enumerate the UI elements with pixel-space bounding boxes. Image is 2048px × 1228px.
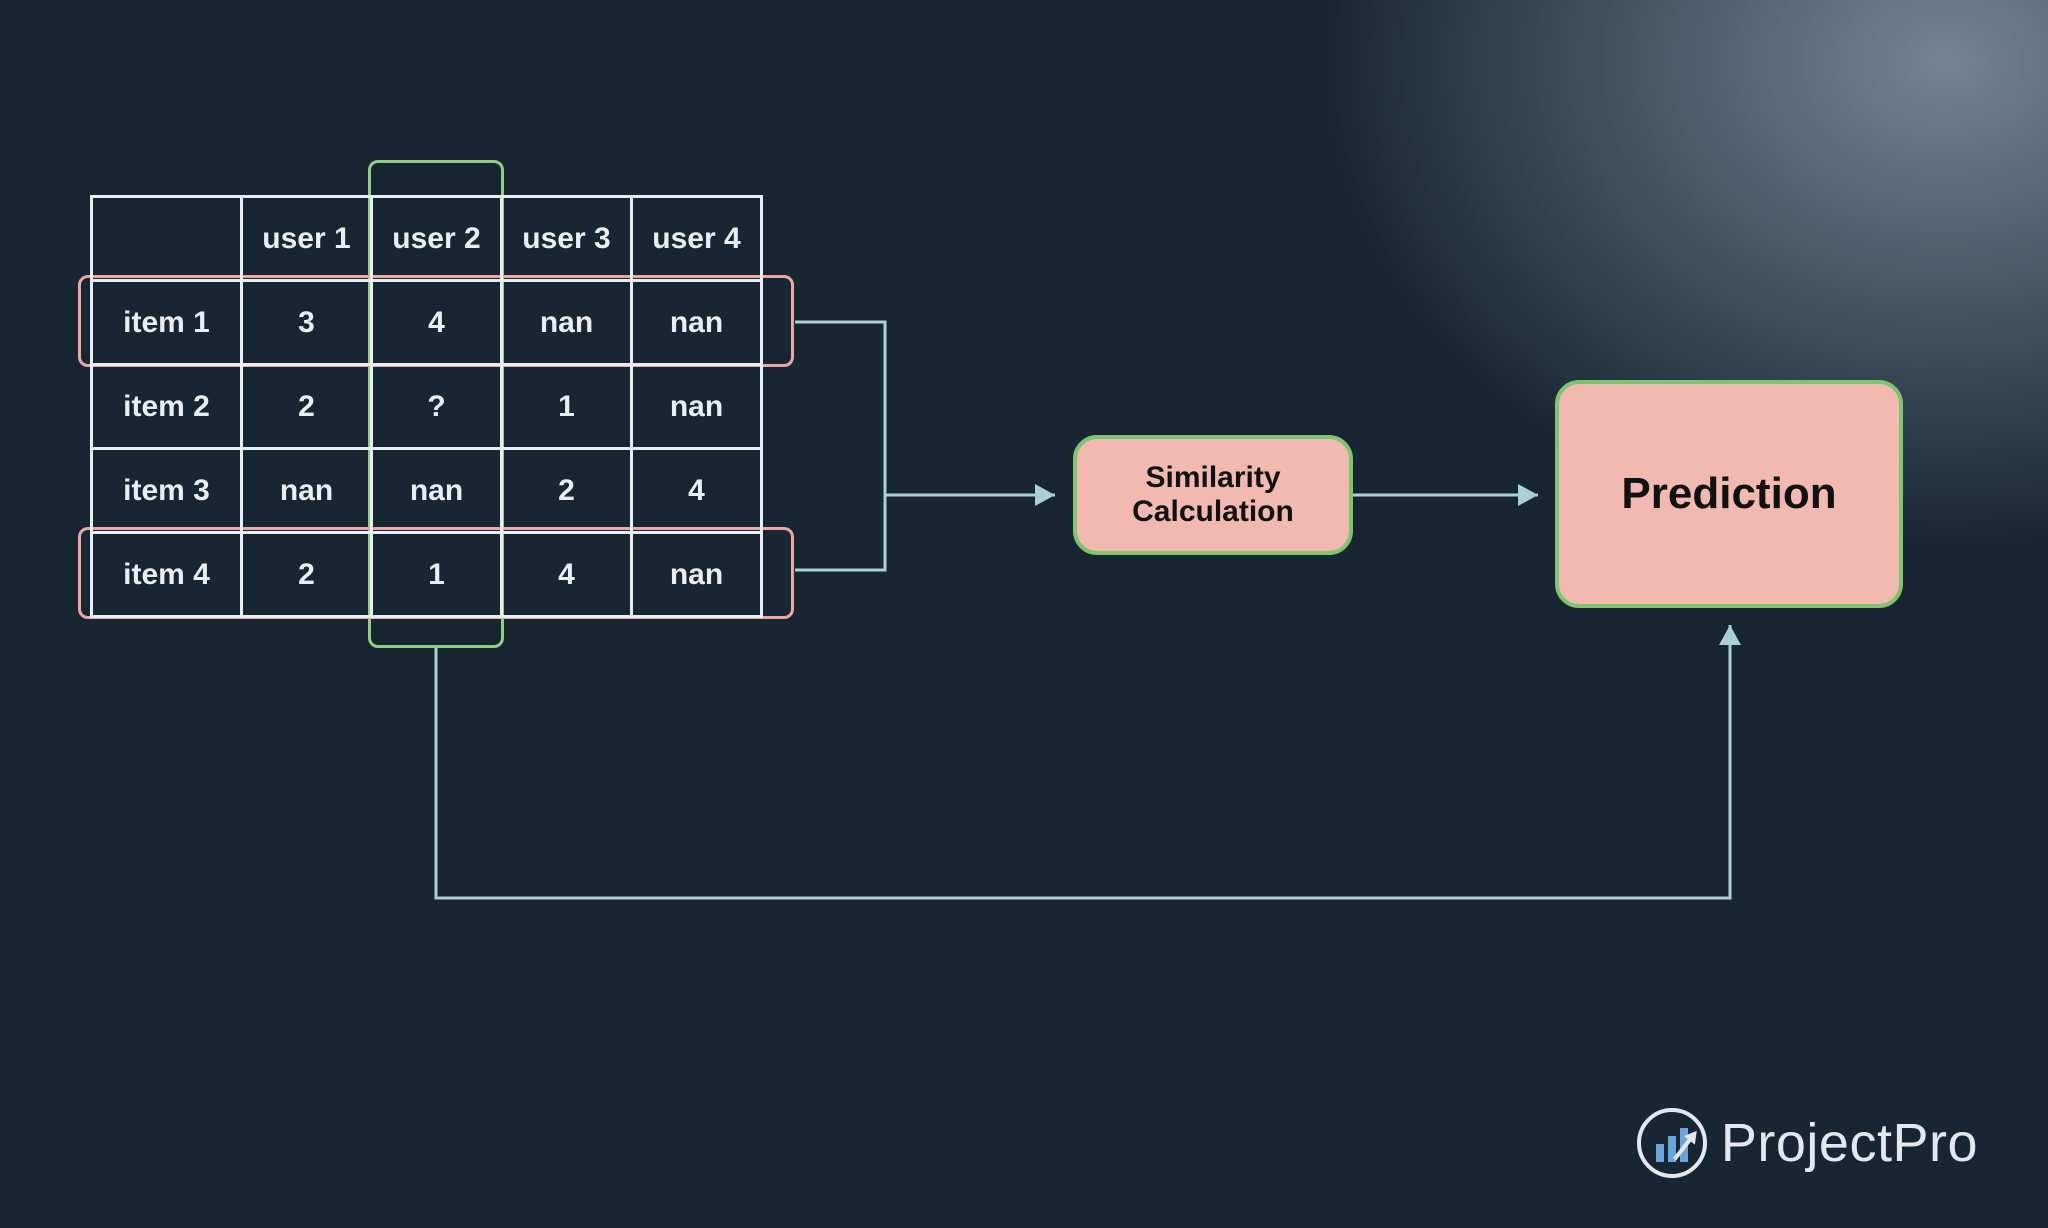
cell: nan bbox=[502, 281, 632, 365]
brand-name: ProjectPro bbox=[1721, 1112, 1978, 1174]
arrowhead-icon bbox=[1035, 484, 1055, 506]
cell: 3 bbox=[242, 281, 372, 365]
row-label-item3: item 3 bbox=[92, 449, 242, 533]
row-label-item2: item 2 bbox=[92, 365, 242, 449]
logo-icon bbox=[1637, 1108, 1707, 1178]
arrowhead-icon bbox=[1518, 484, 1538, 506]
cell: 2 bbox=[502, 449, 632, 533]
cell: 4 bbox=[502, 533, 632, 617]
cell: nan bbox=[242, 449, 372, 533]
cell: 2 bbox=[242, 365, 372, 449]
cell: nan bbox=[632, 533, 762, 617]
table-row: item 1 3 4 nan nan bbox=[92, 281, 762, 365]
row-label-item1: item 1 bbox=[92, 281, 242, 365]
cell: nan bbox=[632, 365, 762, 449]
prediction-node: Prediction bbox=[1555, 380, 1903, 608]
cell: nan bbox=[372, 449, 502, 533]
cell: nan bbox=[632, 281, 762, 365]
rating-matrix: user 1 user 2 user 3 user 4 item 1 3 4 n… bbox=[90, 195, 763, 618]
prediction-label: Prediction bbox=[1621, 469, 1836, 519]
table-row: item 4 2 1 4 nan bbox=[92, 533, 762, 617]
cell: 1 bbox=[502, 365, 632, 449]
cell: 1 bbox=[372, 533, 502, 617]
cell: ? bbox=[372, 365, 502, 449]
brand-logo: ProjectPro bbox=[1637, 1108, 1978, 1178]
header-user4: user 4 bbox=[632, 197, 762, 281]
arrow-user2-to-pred bbox=[436, 625, 1730, 898]
table-row: item 3 nan nan 2 4 bbox=[92, 449, 762, 533]
header-user3: user 3 bbox=[502, 197, 632, 281]
cell: 4 bbox=[632, 449, 762, 533]
table-row: item 2 2 ? 1 nan bbox=[92, 365, 762, 449]
header-blank bbox=[92, 197, 242, 281]
cell: 4 bbox=[372, 281, 502, 365]
header-user1: user 1 bbox=[242, 197, 372, 281]
table-header-row: user 1 user 2 user 3 user 4 bbox=[92, 197, 762, 281]
cell: 2 bbox=[242, 533, 372, 617]
arrowhead-icon bbox=[1719, 625, 1741, 645]
header-user2: user 2 bbox=[372, 197, 502, 281]
similarity-label: Similarity Calculation bbox=[1077, 461, 1349, 530]
similarity-node: Similarity Calculation bbox=[1073, 435, 1353, 555]
row-label-item4: item 4 bbox=[92, 533, 242, 617]
arrow-rows-bracket bbox=[795, 322, 885, 570]
